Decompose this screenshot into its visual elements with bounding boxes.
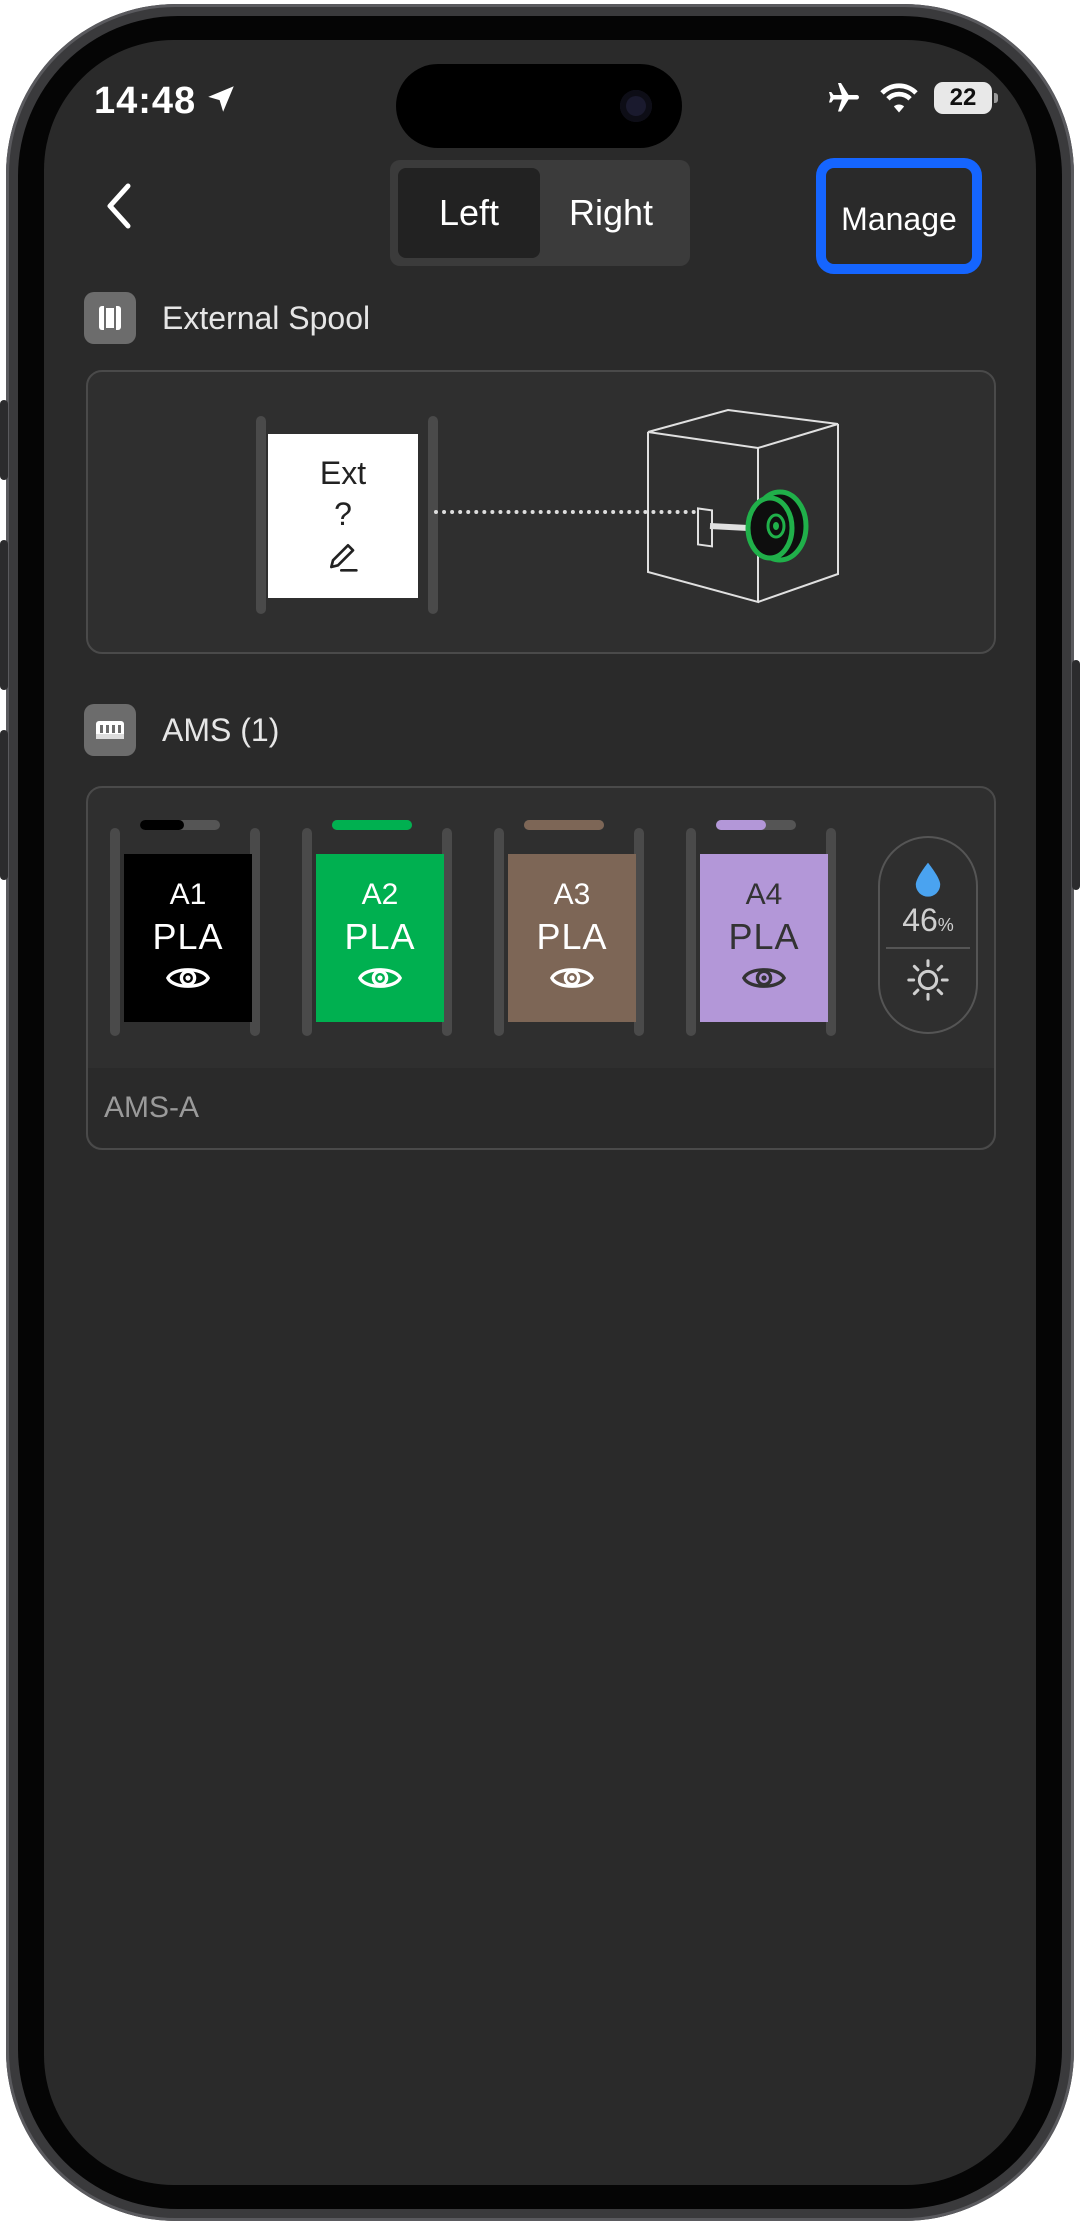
camera-icon [620, 90, 652, 122]
slot-id: A1 [169, 877, 207, 911]
slot-rail [302, 828, 312, 1036]
ams-slots: A1 PLA A2 PLA A3 PLA A4 PLA [88, 788, 994, 1068]
screen: 14:48 22 Left Right Manage External Spoo… [44, 40, 1036, 2185]
eye-icon[interactable] [741, 962, 787, 999]
slot-rail [256, 416, 266, 614]
status-time: 14:48 [94, 80, 197, 122]
status-icons: 22 [824, 80, 998, 116]
filament-tray[interactable]: A2 PLA [316, 854, 444, 1022]
filament-tray[interactable]: A4 PLA [700, 854, 828, 1022]
external-spool-card: Ext ? [86, 370, 996, 654]
filament-tray[interactable]: A3 PLA [508, 854, 636, 1022]
filament-tray[interactable]: A1 PLA [124, 854, 252, 1022]
spool-icon [84, 292, 136, 344]
back-chevron-icon[interactable] [92, 176, 142, 236]
slot-rail [494, 828, 504, 1036]
battery-indicator: 22 [934, 82, 998, 114]
ams-header: AMS (1) [84, 704, 279, 756]
slot-rail [428, 416, 438, 614]
ext-slot-label: Ext [319, 455, 367, 491]
ams-unit-name: AMS-A [104, 1091, 200, 1124]
slot-rail [686, 828, 696, 1036]
ams-slot[interactable]: A1 PLA [110, 788, 260, 1036]
external-spool-header: External Spool [84, 292, 370, 344]
slot-id: A2 [361, 877, 399, 911]
printer-external-spool-illustration [647, 408, 839, 604]
tab-left[interactable]: Left [398, 168, 540, 258]
remaining-bar-fill [332, 820, 412, 830]
eye-icon[interactable] [357, 962, 403, 999]
external-spool-title: External Spool [162, 299, 371, 336]
eye-icon[interactable] [549, 962, 595, 999]
edit-pencil-icon [330, 544, 358, 572]
humidity-divider [886, 947, 970, 949]
humidity-drop-icon [915, 862, 941, 897]
ams-slot[interactable]: A4 PLA [686, 788, 836, 1036]
slot-id: A3 [553, 877, 591, 911]
sun-icon [907, 959, 949, 1001]
remaining-bar-fill [140, 820, 184, 830]
remaining-bar [332, 820, 412, 830]
remaining-bar-fill [524, 820, 604, 830]
remaining-bar [524, 820, 604, 830]
slot-rail [110, 828, 120, 1036]
volume-up-button [0, 540, 8, 690]
humidity-value: 46% [902, 902, 954, 938]
ext-slot[interactable]: Ext ? [268, 434, 418, 598]
remaining-bar [716, 820, 796, 830]
airplane-icon [829, 83, 859, 112]
action-button [0, 400, 8, 480]
ams-unit-footer: AMS-A [88, 1068, 994, 1148]
eye-icon[interactable] [165, 962, 211, 999]
ams-slot[interactable]: A3 PLA [494, 788, 644, 1036]
dynamic-island [396, 64, 682, 148]
tab-right[interactable]: Right [540, 168, 682, 258]
manage-button[interactable]: Manage [816, 158, 982, 274]
slot-id: A4 [745, 877, 783, 911]
humidity-panel[interactable]: 46% [878, 836, 978, 1034]
ams-title: AMS (1) [162, 711, 280, 748]
slot-material: PLA [728, 915, 800, 957]
remaining-bar [140, 820, 220, 830]
ams-slot[interactable]: A2 PLA [302, 788, 452, 1036]
ams-card: A1 PLA A2 PLA A3 PLA A4 PLA 46% AMS-A [86, 786, 996, 1150]
nozzle-segmented-control: Left Right [390, 160, 690, 266]
slot-material: PLA [344, 915, 416, 957]
location-arrow-icon [208, 86, 234, 112]
power-button [1072, 660, 1080, 890]
wifi-icon [880, 83, 918, 113]
slot-material: PLA [536, 915, 608, 957]
volume-down-button [0, 730, 8, 880]
remaining-bar-fill [716, 820, 766, 830]
slot-material: PLA [152, 915, 224, 957]
ams-unit-icon [84, 704, 136, 756]
ext-slot-material: ? [334, 496, 352, 532]
